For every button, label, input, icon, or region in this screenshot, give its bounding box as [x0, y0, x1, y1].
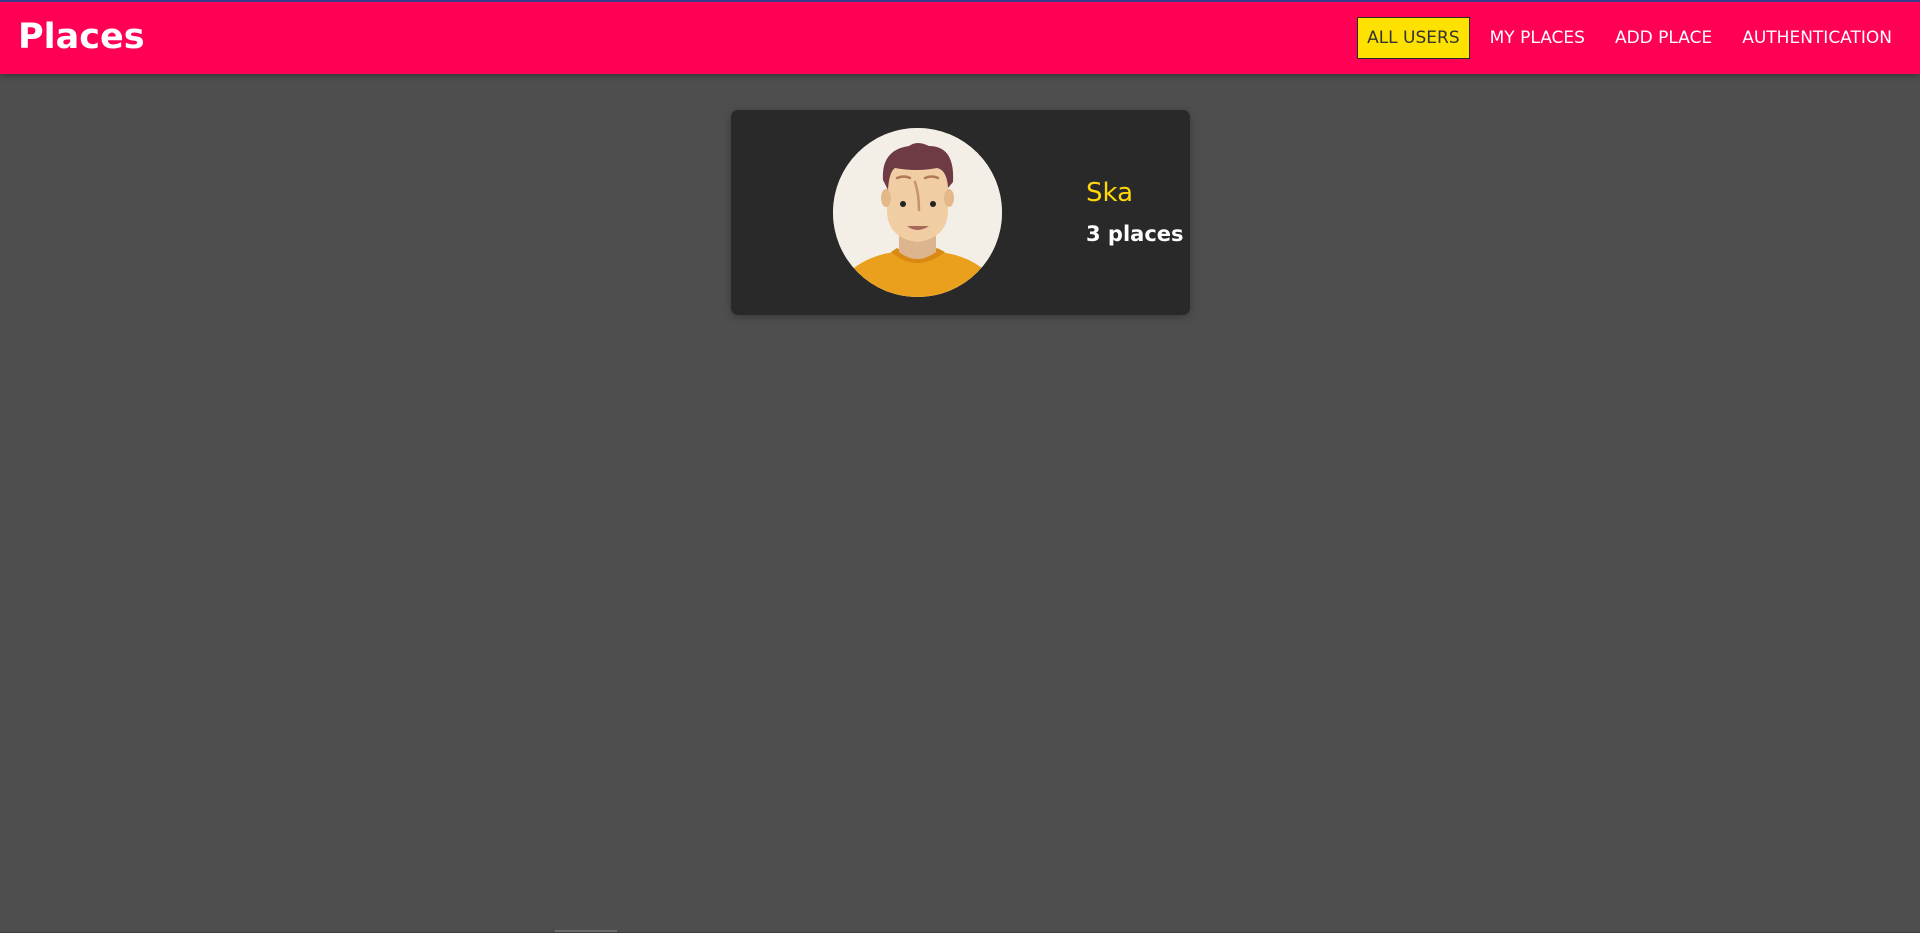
user-place-count: 3 places [1086, 222, 1184, 246]
nav-add-place[interactable]: ADD PLACE [1605, 17, 1722, 59]
user-card[interactable]: Ska 3 places [731, 110, 1190, 315]
main-navigation: ALL USERS MY PLACES ADD PLACE AUTHENTICA… [1357, 17, 1902, 59]
brand-title[interactable]: Places [18, 17, 145, 57]
user-name[interactable]: Ska [1086, 178, 1133, 208]
person-avatar-icon [833, 128, 1002, 297]
nav-authentication[interactable]: AUTHENTICATION [1732, 17, 1902, 59]
main-header: Places ALL USERS MY PLACES ADD PLACE AUT… [0, 0, 1920, 74]
user-avatar-icon [833, 128, 1002, 297]
nav-all-users[interactable]: ALL USERS [1357, 17, 1470, 59]
nav-my-places[interactable]: MY PLACES [1480, 17, 1595, 59]
